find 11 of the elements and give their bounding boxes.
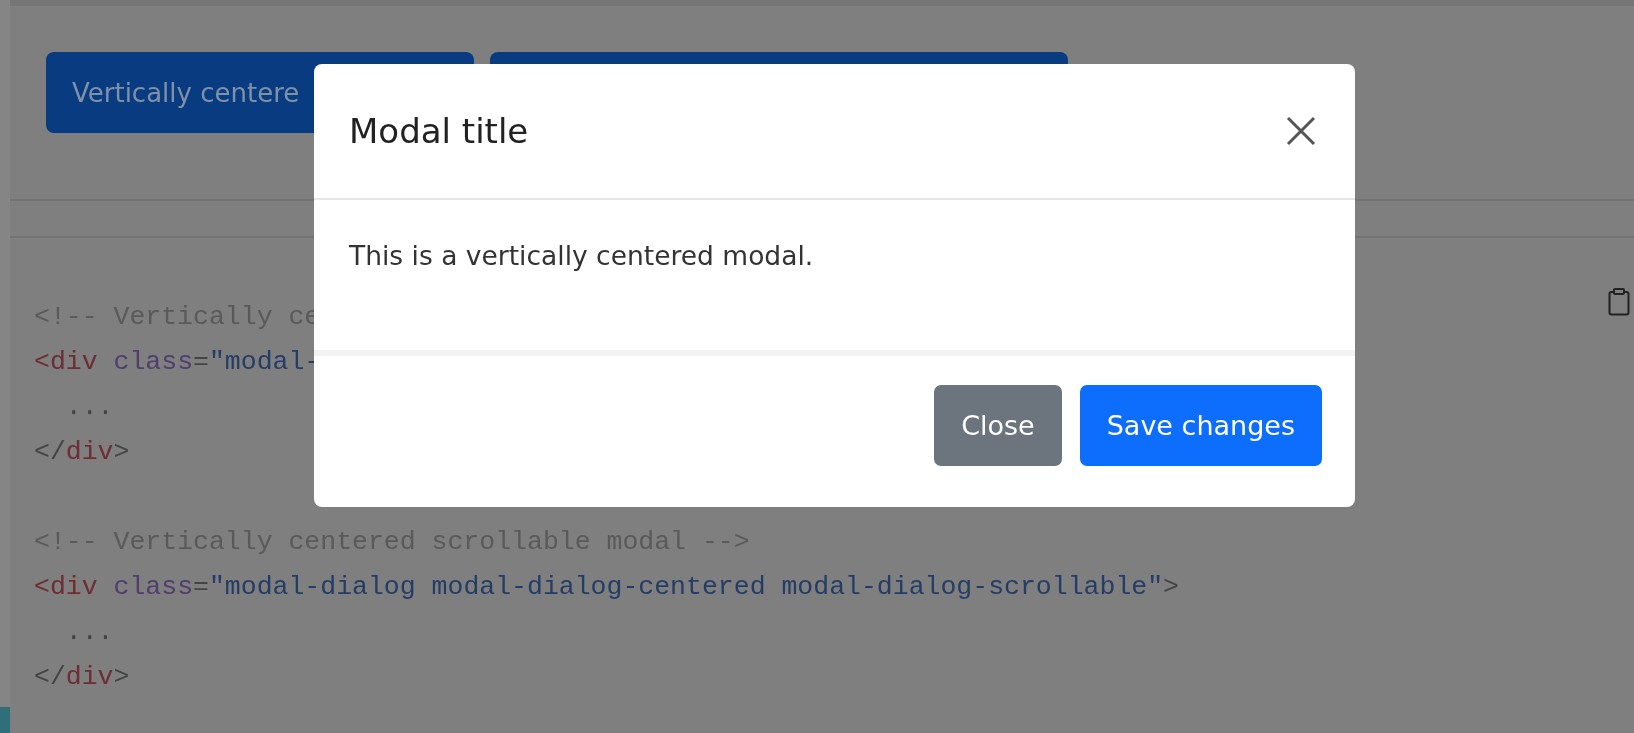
code-line: ... xyxy=(64,391,114,424)
modal-body-text: This is a vertically centered modal. xyxy=(349,240,815,271)
save-button[interactable]: Save changes xyxy=(1079,385,1322,466)
clipboard-icon[interactable] xyxy=(1608,288,1630,316)
code-line: </div> xyxy=(34,436,130,469)
code-line: <div class="modal- xyxy=(34,346,321,379)
code-line: <div class="modal-dialog modal-dialog-centered modal-dialog-scrollable"> xyxy=(34,571,1179,604)
edge-decoration xyxy=(0,707,10,733)
close-button[interactable]: Close xyxy=(934,385,1062,466)
code-line: </div> xyxy=(34,661,130,694)
code-line: ... xyxy=(64,616,114,649)
